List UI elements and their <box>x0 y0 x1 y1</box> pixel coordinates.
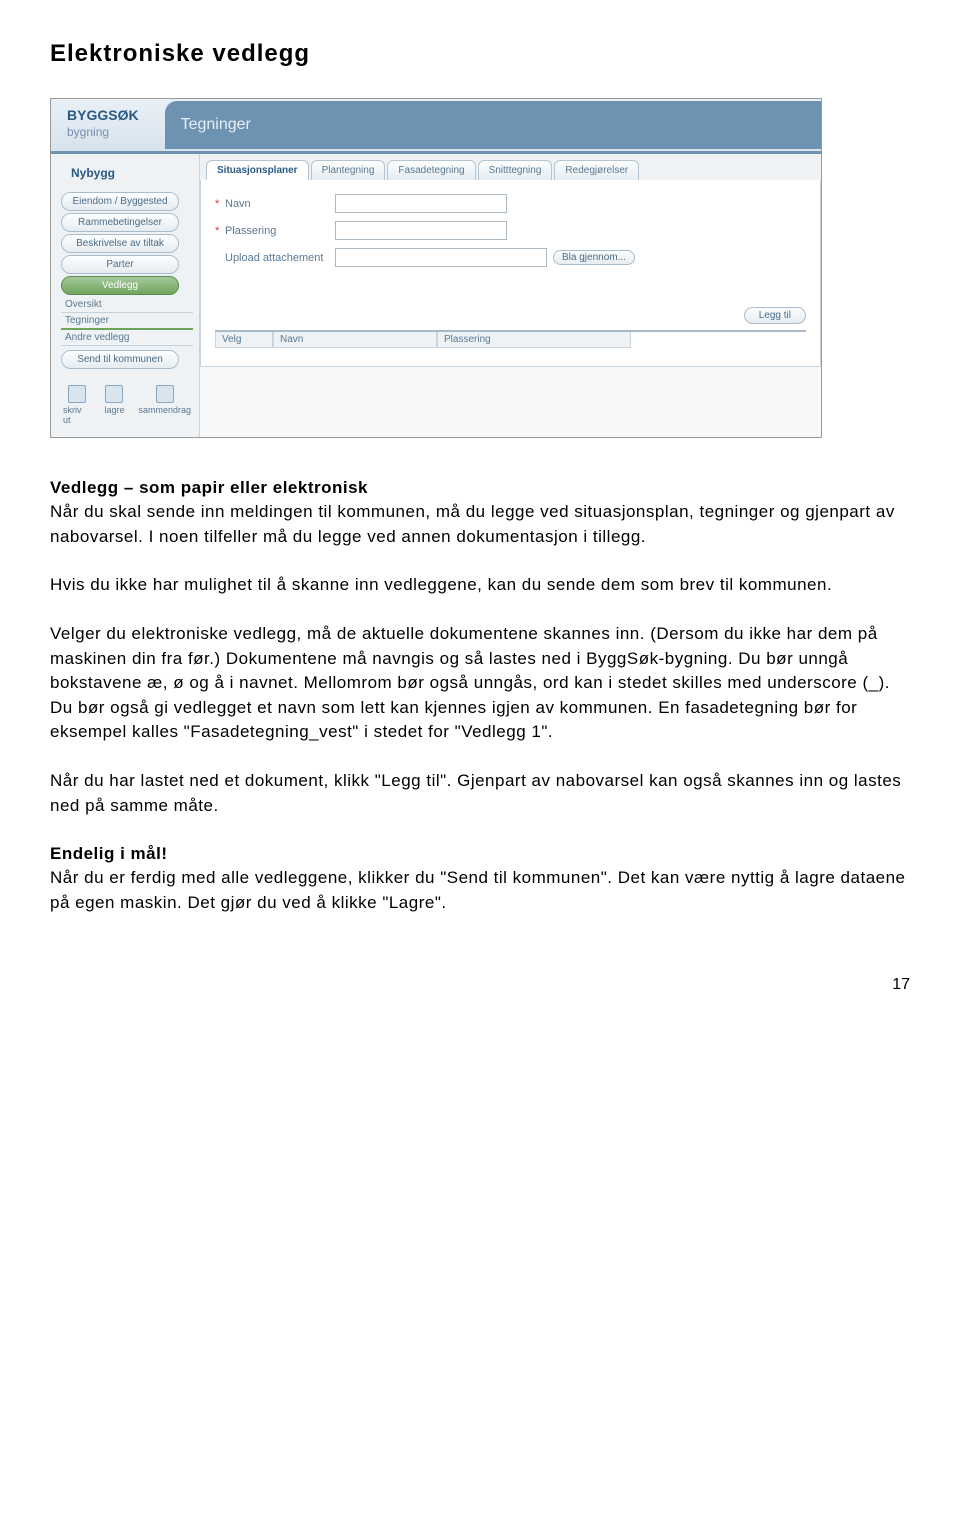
navn-input[interactable] <box>335 194 507 213</box>
tool-label: sammendrag <box>138 405 191 415</box>
tool-label: skriv ut <box>63 405 90 425</box>
navn-label: Navn <box>225 198 335 210</box>
tab-plantegning[interactable]: Plantegning <box>311 160 386 180</box>
logo-subtitle: bygning <box>67 125 139 139</box>
sidebar-item-eiendom[interactable]: Eiendom / Byggested <box>61 192 179 211</box>
section-title-endelig: Endelig i mål! <box>50 844 910 864</box>
sidebar-item-beskrivelse[interactable]: Beskrivelse av tiltak <box>61 234 179 253</box>
required-marker: * <box>215 225 225 237</box>
sidebar-sub-andre-vedlegg[interactable]: Andre vedlegg <box>61 330 193 346</box>
sidebar-category: Nybygg <box>61 162 193 190</box>
sidebar-item-vedlegg[interactable]: Vedlegg <box>61 276 179 295</box>
section-title-vedlegg: Vedlegg – som papir eller elektronisk <box>50 478 910 498</box>
page-number: 17 <box>50 976 910 994</box>
plassering-label: Plassering <box>225 225 335 237</box>
tab-row: Situasjonsplaner Plantegning Fasadetegni… <box>200 154 821 180</box>
save-icon <box>105 385 123 403</box>
paragraph: Når du skal sende inn meldingen til komm… <box>50 500 910 549</box>
paragraph: Hvis du ikke har mulighet til å skanne i… <box>50 573 910 598</box>
logo-title: BYGGSØK <box>67 107 139 123</box>
plassering-input[interactable] <box>335 221 507 240</box>
paragraph: Når du har lastet ned et dokument, klikk… <box>50 769 910 818</box>
sidebar-sub-tegninger[interactable]: Tegninger <box>61 313 193 330</box>
paragraph: Når du er ferdig med alle vedleggene, kl… <box>50 866 910 915</box>
form-area: * Navn * Plassering Upload attachement B… <box>200 180 821 367</box>
grid-col-navn: Navn <box>273 332 437 348</box>
tab-snitttegning[interactable]: Snitttegning <box>478 160 553 180</box>
page-heading: Elektroniske vedlegg <box>50 40 910 68</box>
app-header: BYGGSØK bygning Tegninger <box>51 99 821 154</box>
header-title: Tegninger <box>165 101 821 149</box>
main-panel: Situasjonsplaner Plantegning Fasadetegni… <box>199 154 821 437</box>
legg-til-button[interactable]: Legg til <box>744 307 806 324</box>
attachment-grid-header: Velg Navn Plassering <box>215 330 806 348</box>
app-logo: BYGGSØK bygning <box>51 99 155 151</box>
print-icon <box>68 385 86 403</box>
sidebar-item-parter[interactable]: Parter <box>61 255 179 274</box>
tab-fasadetegning[interactable]: Fasadetegning <box>387 160 475 180</box>
tool-lagre[interactable]: lagre <box>104 385 124 425</box>
sidebar-sub-oversikt[interactable]: Oversikt <box>61 297 193 313</box>
tool-label: lagre <box>104 405 124 415</box>
tab-redegjorelser[interactable]: Redegjørelser <box>554 160 639 180</box>
tab-situasjonsplaner[interactable]: Situasjonsplaner <box>206 160 309 180</box>
app-screenshot: BYGGSØK bygning Tegninger Nybygg Eiendom… <box>50 98 822 438</box>
tool-skriv-ut[interactable]: skriv ut <box>63 385 90 425</box>
browse-button[interactable]: Bla gjennom... <box>553 250 635 265</box>
sidebar-item-rammebetingelser[interactable]: Rammebetingelser <box>61 213 179 232</box>
required-marker: * <box>215 198 225 210</box>
grid-col-plassering: Plassering <box>437 332 631 348</box>
send-til-kommunen-button[interactable]: Send til kommunen <box>61 350 179 369</box>
summary-icon <box>156 385 174 403</box>
grid-col-velg: Velg <box>215 332 273 348</box>
sidebar-toolbar: skriv ut lagre sammendrag <box>61 381 193 429</box>
sidebar: Nybygg Eiendom / Byggested Rammebetingel… <box>51 154 199 437</box>
paragraph: Velger du elektroniske vedlegg, må de ak… <box>50 622 910 745</box>
upload-label: Upload attachement <box>225 252 335 264</box>
upload-input[interactable] <box>335 248 547 267</box>
tool-sammendrag[interactable]: sammendrag <box>138 385 191 425</box>
